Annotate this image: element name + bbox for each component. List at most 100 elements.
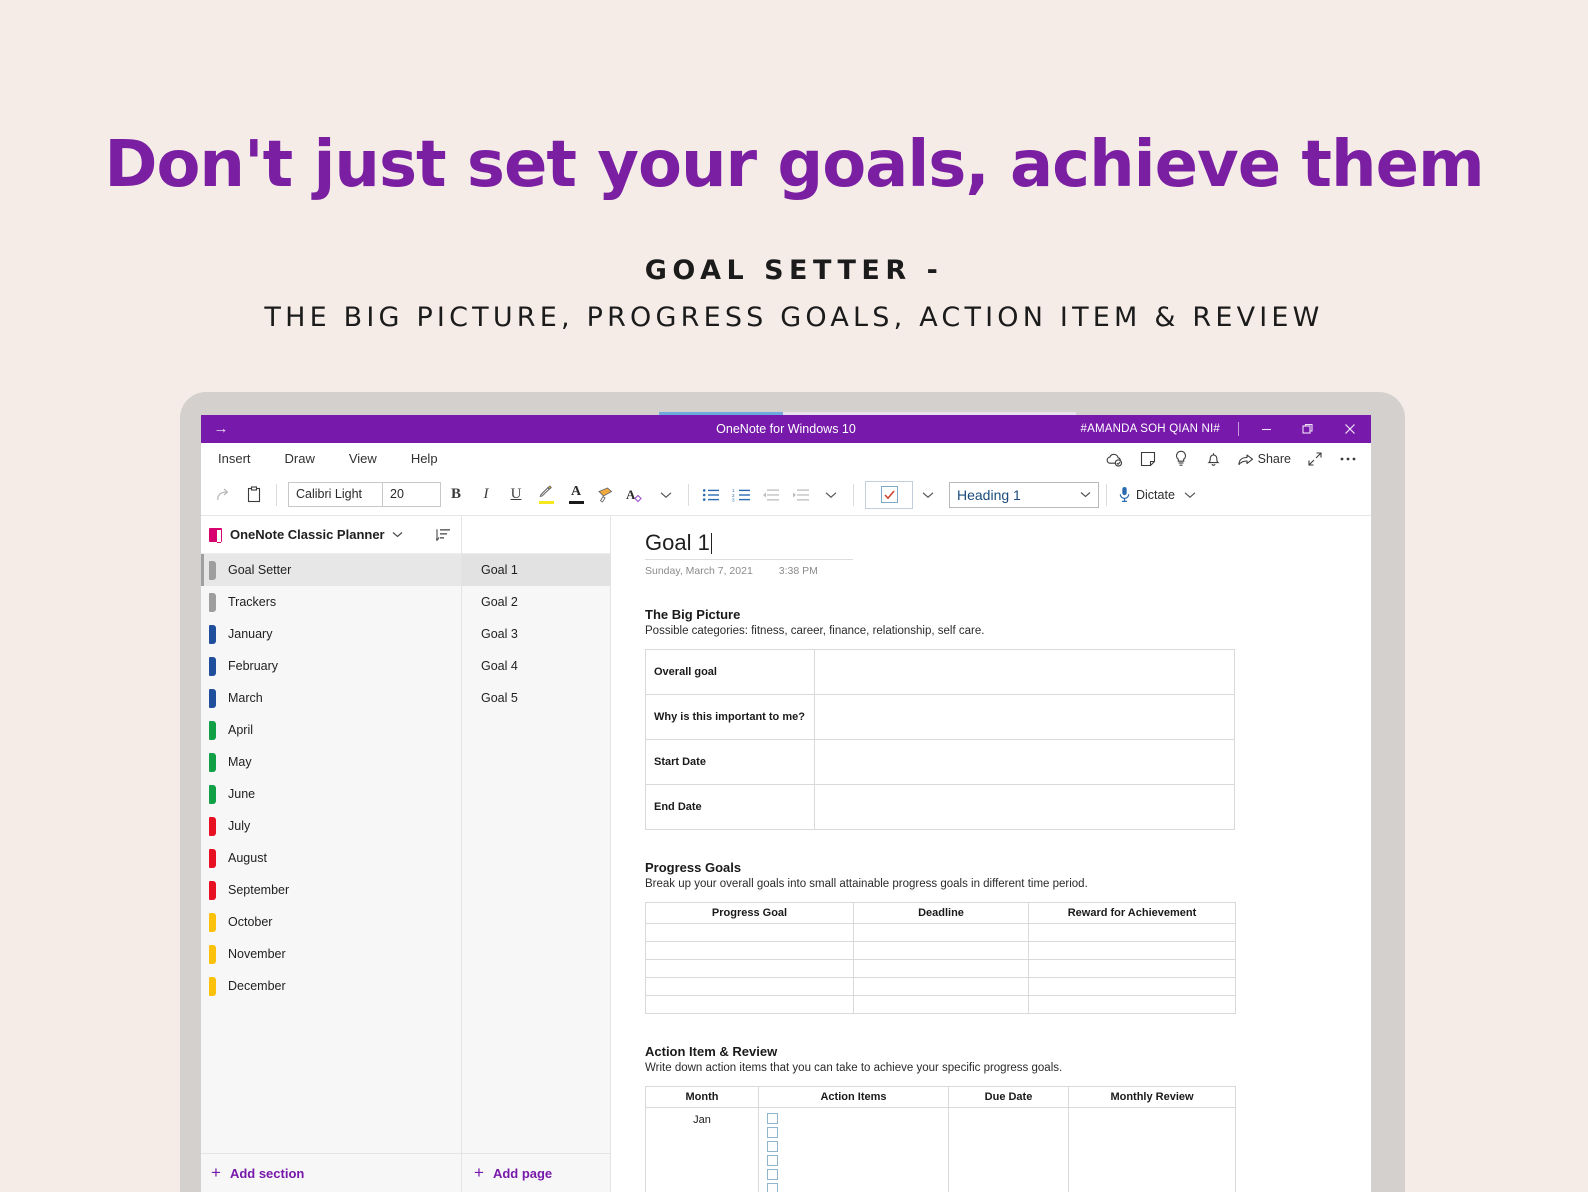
- italic-button[interactable]: I: [471, 480, 501, 510]
- menu-item-view[interactable]: View: [332, 443, 394, 474]
- lightbulb-icon[interactable]: [1166, 446, 1196, 472]
- action-review-items-cell[interactable]: [759, 1108, 949, 1192]
- page-title[interactable]: Goal 1: [645, 530, 853, 560]
- progress-goals-cell[interactable]: [854, 978, 1029, 996]
- add-page-button[interactable]: + Add page: [462, 1153, 610, 1192]
- progress-goals-cell[interactable]: [854, 942, 1029, 960]
- page-item-goal-1[interactable]: Goal 1: [462, 554, 610, 586]
- bold-button[interactable]: B: [441, 480, 471, 510]
- underline-button[interactable]: U: [501, 480, 531, 510]
- progress-goals-cell[interactable]: [646, 942, 854, 960]
- progress-goals-cell[interactable]: [854, 924, 1029, 942]
- big-picture-row-value[interactable]: [815, 650, 1235, 695]
- page-item-goal-4[interactable]: Goal 4: [462, 650, 610, 682]
- share-icon: [1238, 452, 1254, 466]
- progress-goals-cell[interactable]: [1029, 978, 1236, 996]
- todo-checkbox-icon[interactable]: [767, 1169, 778, 1180]
- page-item-goal-2[interactable]: Goal 2: [462, 586, 610, 618]
- sidebar-section-october[interactable]: October: [201, 906, 461, 938]
- progress-goals-cell[interactable]: [1029, 924, 1236, 942]
- todo-checkbox-icon[interactable]: [767, 1127, 778, 1138]
- increase-indent-icon[interactable]: [786, 480, 816, 510]
- progress-goals-table[interactable]: Progress GoalDeadlineReward for Achievem…: [645, 902, 1236, 1014]
- todo-dropdown-chevron-down-icon[interactable]: [913, 480, 943, 510]
- sidebar-section-september[interactable]: September: [201, 874, 461, 906]
- bullet-list-icon[interactable]: [696, 480, 726, 510]
- share-button[interactable]: Share: [1232, 452, 1297, 466]
- sidebar-section-trackers[interactable]: Trackers: [201, 586, 461, 618]
- progress-goals-cell[interactable]: [1029, 960, 1236, 978]
- more-options-icon[interactable]: [1333, 446, 1363, 472]
- progress-goals-cell[interactable]: [1029, 996, 1236, 1014]
- font-size-input[interactable]: 20: [383, 483, 440, 506]
- sidebar-section-december[interactable]: December: [201, 970, 461, 1002]
- progress-goals-column-header: Reward for Achievement: [1029, 903, 1236, 924]
- todo-checkbox-icon[interactable]: [767, 1155, 778, 1166]
- sidebar-section-may[interactable]: May: [201, 746, 461, 778]
- font-color-icon[interactable]: A: [561, 480, 591, 510]
- todo-checkbox-icon[interactable]: [767, 1113, 778, 1124]
- action-review-table[interactable]: MonthAction ItemsDue DateMonthly Review …: [645, 1086, 1236, 1192]
- account-name[interactable]: #AMANDA SOH QIAN NI#: [1081, 423, 1238, 435]
- highlighter-icon[interactable]: [531, 480, 561, 510]
- decrease-indent-icon[interactable]: [756, 480, 786, 510]
- sidebar-section-january[interactable]: January: [201, 618, 461, 650]
- big-picture-row-value[interactable]: [815, 740, 1235, 785]
- minimize-button[interactable]: [1245, 415, 1287, 443]
- section-color-tab: [209, 881, 216, 900]
- add-section-button[interactable]: + Add section: [201, 1153, 461, 1192]
- paragraph-style-select[interactable]: Heading 1: [949, 482, 1099, 508]
- page-item-goal-3[interactable]: Goal 3: [462, 618, 610, 650]
- restore-button[interactable]: [1287, 415, 1329, 443]
- progress-goals-cell[interactable]: [854, 960, 1029, 978]
- progress-goals-cell[interactable]: [646, 978, 854, 996]
- sort-icon[interactable]: [436, 528, 451, 542]
- todo-tag-button[interactable]: [865, 481, 913, 509]
- sidebar-section-june[interactable]: June: [201, 778, 461, 810]
- dictate-chevron-down-icon[interactable]: [1175, 480, 1205, 510]
- cloud-sync-icon[interactable]: [1100, 446, 1130, 472]
- progress-goals-cell[interactable]: [646, 924, 854, 942]
- sidebar-section-february[interactable]: February: [201, 650, 461, 682]
- close-button[interactable]: [1329, 415, 1371, 443]
- big-picture-row-value[interactable]: [815, 785, 1235, 830]
- page-item-goal-5[interactable]: Goal 5: [462, 682, 610, 714]
- note-canvas[interactable]: Goal 1 Sunday, March 7, 2021 3:38 PM The…: [611, 516, 1371, 1192]
- expand-icon[interactable]: [1300, 446, 1330, 472]
- format-painter-icon[interactable]: [591, 480, 621, 510]
- font-name-input[interactable]: Calibri Light: [289, 483, 383, 506]
- bell-icon[interactable]: [1199, 446, 1229, 472]
- todo-checkbox-icon[interactable]: [767, 1141, 778, 1152]
- menu-item-draw[interactable]: Draw: [268, 443, 332, 474]
- menu-item-insert[interactable]: Insert: [201, 443, 268, 474]
- sticky-note-icon[interactable]: [1133, 446, 1163, 472]
- paste-clipboard-icon[interactable]: [239, 480, 269, 510]
- section-color-tab: [209, 913, 216, 932]
- dictate-button[interactable]: Dictate: [1118, 486, 1175, 503]
- onenote-app-window: → OneNote for Windows 10 #AMANDA SOH QIA…: [201, 411, 1371, 1192]
- sidebar-section-july[interactable]: July: [201, 810, 461, 842]
- action-review-monthly-review[interactable]: [1069, 1108, 1236, 1192]
- paragraph-more-chevron-down-icon[interactable]: [816, 480, 846, 510]
- progress-goals-cell[interactable]: [646, 960, 854, 978]
- notebook-chevron-down-icon[interactable]: [392, 531, 403, 538]
- menu-item-help[interactable]: Help: [394, 443, 455, 474]
- clear-formatting-icon[interactable]: A: [621, 480, 651, 510]
- redo-icon[interactable]: [209, 480, 239, 510]
- sidebar-section-march[interactable]: March: [201, 682, 461, 714]
- font-more-chevron-down-icon[interactable]: [651, 480, 681, 510]
- sidebar-section-august[interactable]: August: [201, 842, 461, 874]
- formatting-ribbon: Calibri Light 20 B I U A: [201, 474, 1371, 516]
- progress-goals-cell[interactable]: [1029, 942, 1236, 960]
- notebook-header[interactable]: OneNote Classic Planner: [201, 516, 461, 554]
- big-picture-table[interactable]: Overall goalWhy is this important to me?…: [645, 649, 1235, 830]
- page-navigation: Goal 1Goal 2Goal 3Goal 4Goal 5 + Add pag…: [462, 516, 611, 1192]
- big-picture-row-value[interactable]: [815, 695, 1235, 740]
- numbered-list-icon[interactable]: 1 2 3: [726, 480, 756, 510]
- progress-goals-cell[interactable]: [646, 996, 854, 1014]
- sidebar-section-november[interactable]: November: [201, 938, 461, 970]
- sidebar-section-april[interactable]: April: [201, 714, 461, 746]
- action-review-due-date[interactable]: [949, 1108, 1069, 1192]
- progress-goals-cell[interactable]: [854, 996, 1029, 1014]
- sidebar-section-goal-setter[interactable]: Goal Setter: [201, 554, 461, 586]
